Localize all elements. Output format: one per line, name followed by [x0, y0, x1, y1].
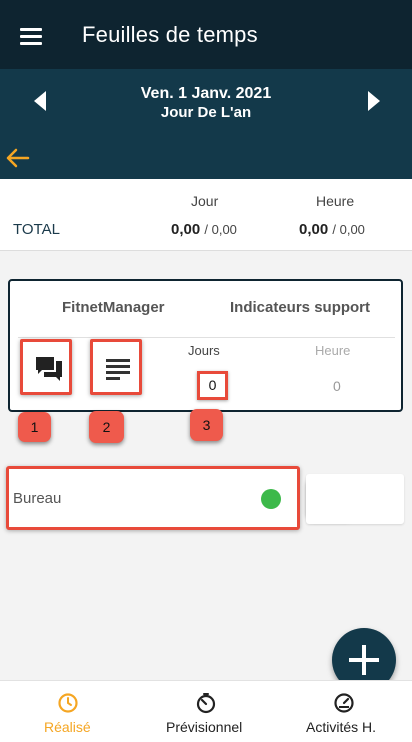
- total-label: TOTAL: [13, 221, 60, 238]
- status-indicator: [261, 489, 281, 509]
- hour-column-header: Heure: [316, 193, 355, 209]
- hour-value: 0: [333, 378, 341, 394]
- total-days-planned: / 0,00: [204, 222, 237, 237]
- plus-icon-stem: [362, 645, 366, 675]
- total-hours-planned: / 0,00: [332, 222, 365, 237]
- timer-icon: [196, 693, 216, 714]
- next-day-icon[interactable]: [362, 89, 386, 113]
- annotation-badge-2: 2: [89, 411, 124, 443]
- activity-side-panel: [306, 474, 404, 524]
- card-header-support: Indicateurs support: [230, 299, 371, 316]
- holiday-label: Jour De L'an: [160, 104, 252, 121]
- card-header-fitnetmanager: FitnetManager: [62, 299, 165, 316]
- nav-tab-realise[interactable]: Réalisé: [30, 681, 106, 742]
- bottom-navigation: Réalisé Prévisionnel Activités H.: [0, 680, 412, 742]
- nav-tab-previsionnel[interactable]: Prévisionnel: [160, 681, 254, 742]
- app-bar: Feuilles de temps: [0, 0, 412, 69]
- comments-button[interactable]: [20, 339, 72, 395]
- hamburger-menu-icon[interactable]: [20, 28, 42, 45]
- speedometer-icon: [334, 693, 354, 713]
- notes-button[interactable]: [90, 339, 142, 395]
- days-input[interactable]: 0: [197, 371, 228, 400]
- nav-tab-activites[interactable]: Activités H.: [300, 681, 390, 742]
- annotation-badge-1: 1: [18, 412, 51, 442]
- days-column-label: Jours: [188, 343, 220, 358]
- total-days-value: 0,00 / 0,00: [171, 221, 237, 238]
- activity-row-bureau[interactable]: Bureau: [6, 466, 300, 530]
- chat-bubbles-icon: [36, 357, 62, 381]
- hour-column-label: Heure: [315, 343, 351, 358]
- total-days-done: 0,00: [171, 221, 201, 238]
- current-date: Ven. 1 Janv. 2021: [140, 85, 272, 102]
- clock-icon: [58, 693, 78, 713]
- totals-summary: Jour Heure TOTAL 0,00 / 0,00 0,00 / 0,00: [0, 179, 412, 251]
- annotation-badge-3: 3: [190, 409, 223, 441]
- total-hours-done: 0,00: [299, 221, 329, 238]
- back-arrow-icon[interactable]: [4, 147, 30, 169]
- text-lines-icon: [106, 359, 130, 380]
- timesheet-card: FitnetManager Indicateurs support Jours …: [8, 279, 403, 412]
- activity-label: Bureau: [13, 490, 62, 507]
- card-divider: [18, 337, 395, 338]
- day-column-header: Jour: [191, 193, 219, 209]
- nav-label-activites: Activités H.: [306, 719, 377, 735]
- nav-label-previsionnel: Prévisionnel: [166, 719, 243, 735]
- app-title: Feuilles de temps: [82, 22, 258, 47]
- nav-label-realise: Réalisé: [44, 719, 91, 735]
- total-hours-value: 0,00 / 0,00: [299, 221, 365, 238]
- date-navigator: Ven. 1 Janv. 2021 Jour De L'an: [0, 69, 412, 179]
